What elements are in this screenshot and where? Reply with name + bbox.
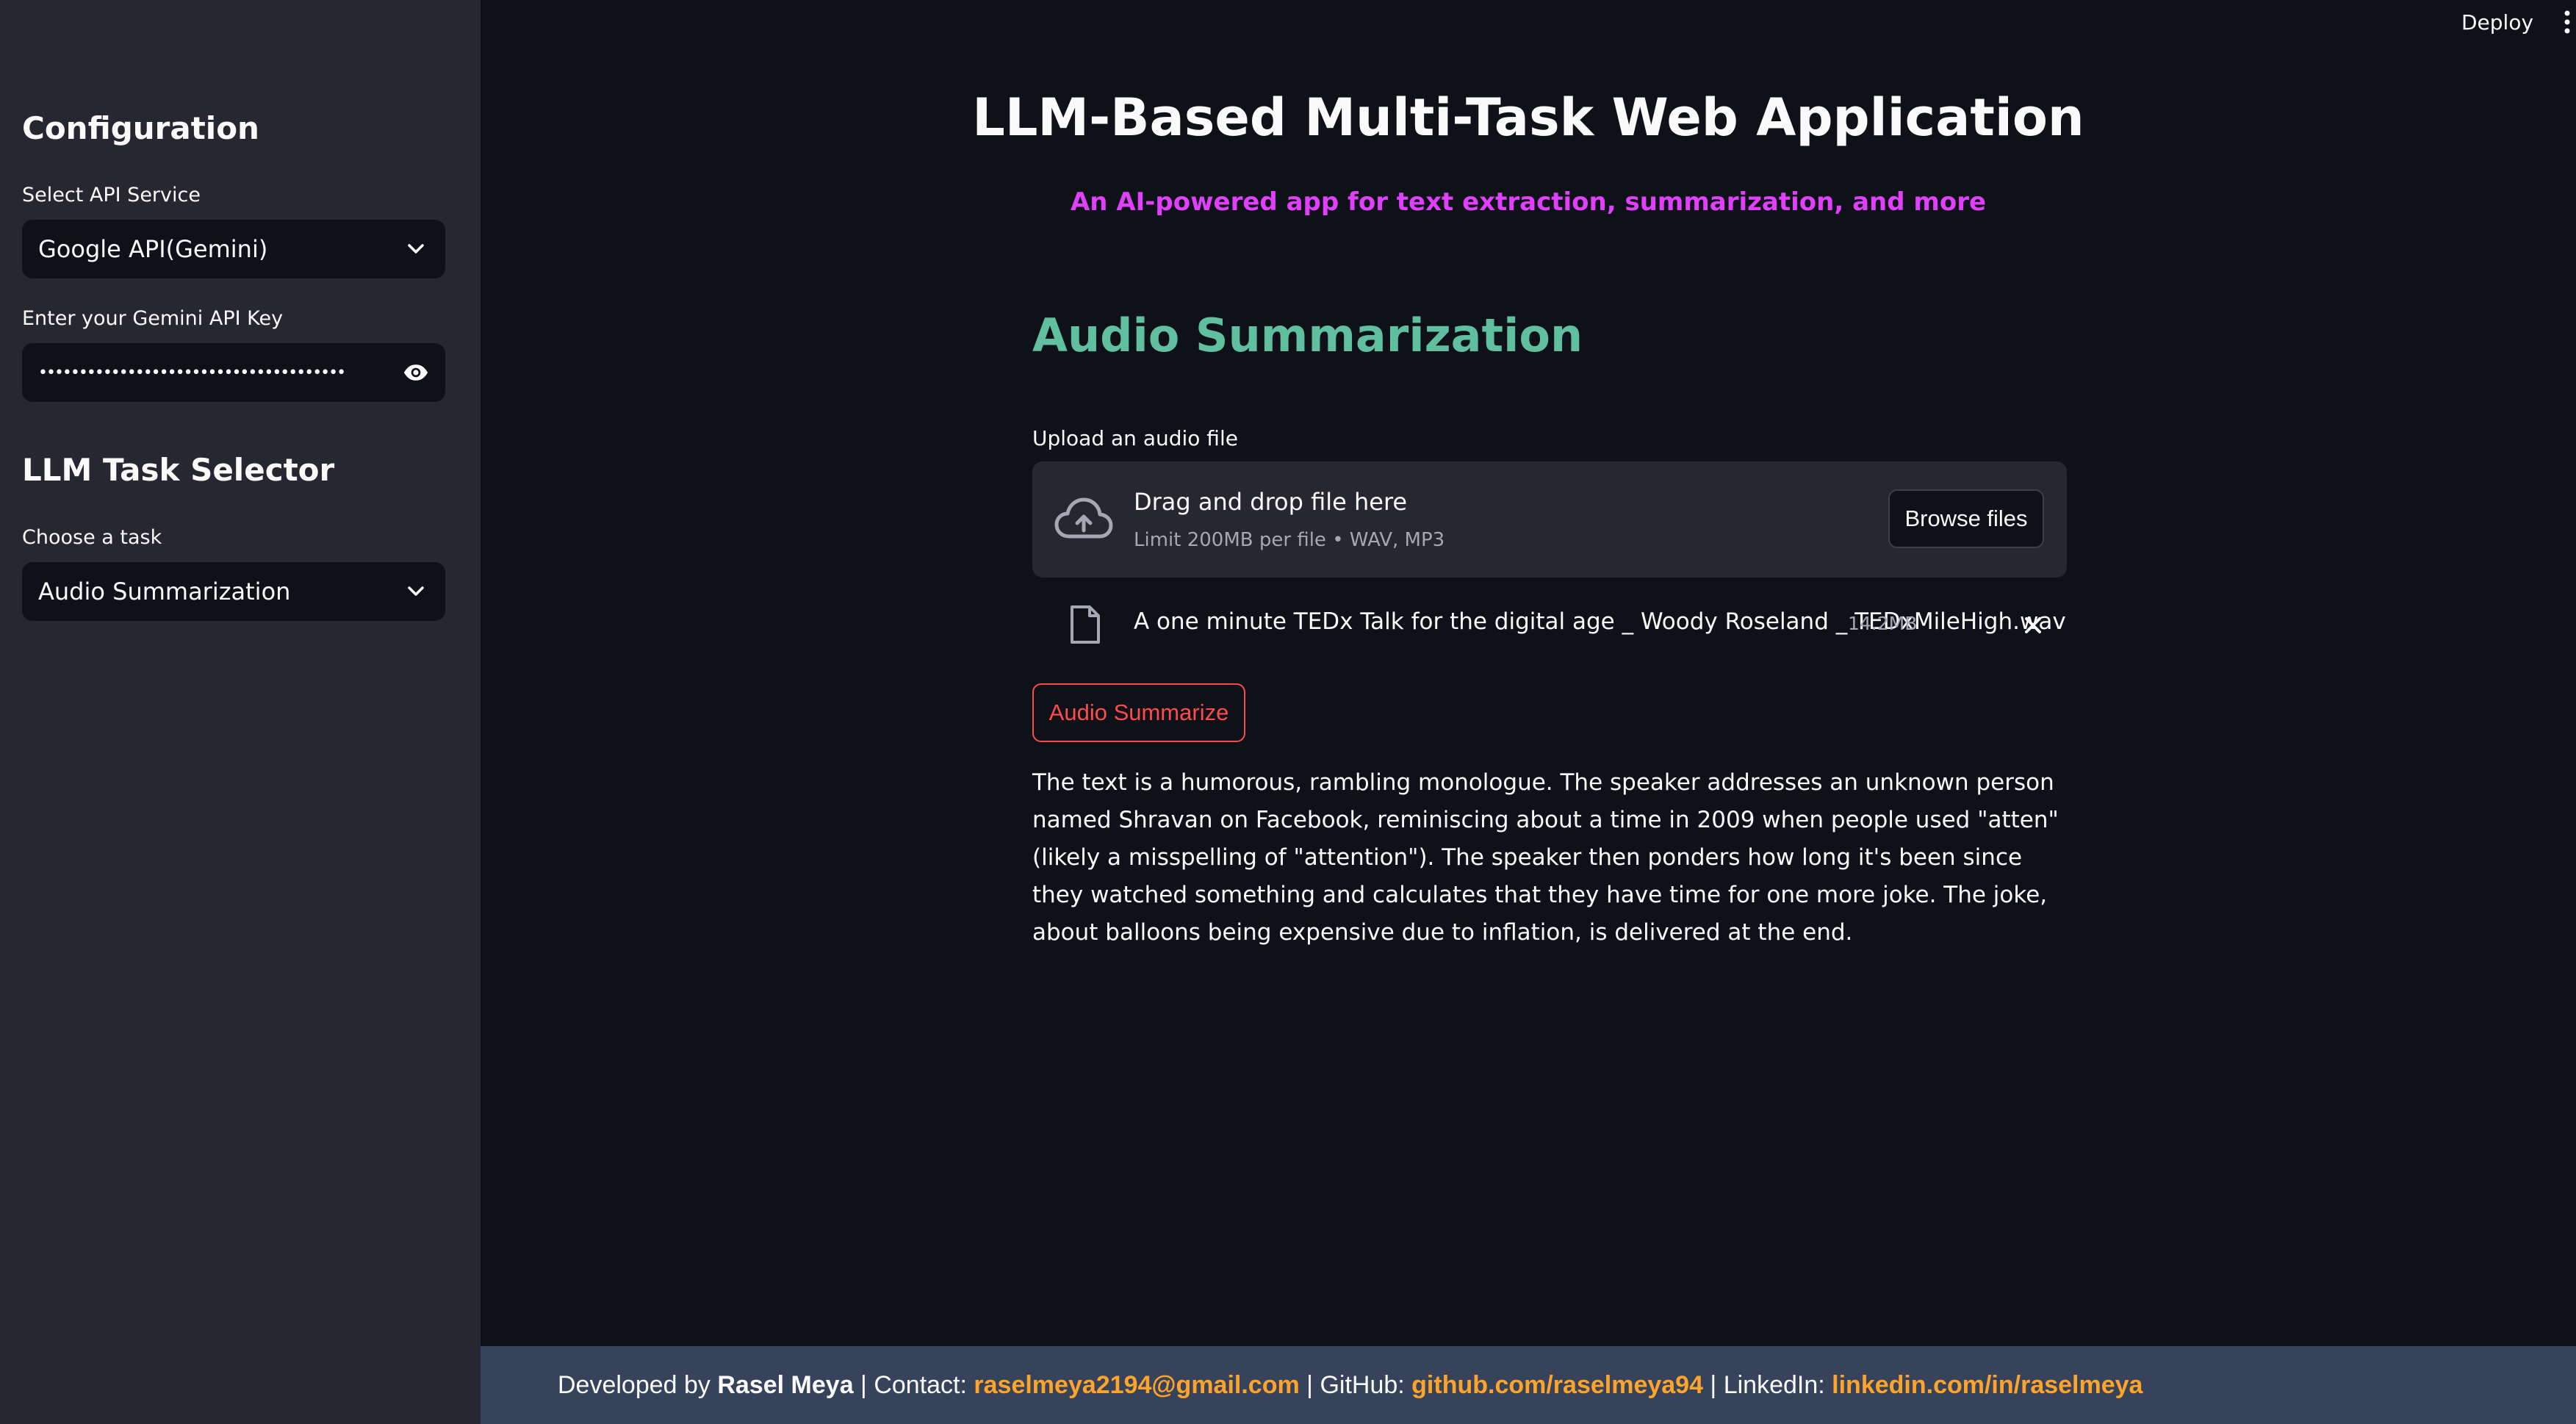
close-icon[interactable] [2019, 611, 2047, 639]
footer-email-link[interactable]: raselmeya2194@gmail.com [974, 1371, 1299, 1400]
task-select[interactable]: Audio Summarization [22, 562, 445, 621]
footer-linkedin-label: | LinkedIn: [1702, 1370, 1832, 1399]
dropzone-limits: Limit 200MB per file • WAV, MP3 [1134, 529, 1445, 551]
upload-label: Upload an audio file [1032, 426, 1238, 450]
audio-summarize-button[interactable]: Audio Summarize [1032, 683, 1245, 742]
section-title: Audio Summarization [1032, 309, 1583, 362]
api-service-value: Google API(Gemini) [38, 235, 268, 263]
footer-contact-label: | Contact: [853, 1370, 974, 1399]
task-label: Choose a task [22, 526, 162, 549]
summary-result-text: The text is a humorous, rambling monolog… [1032, 769, 2059, 946]
footer: Developed by Rasel Meya | Contact: rasel… [481, 1346, 2576, 1424]
eye-icon[interactable] [403, 359, 429, 386]
api-service-label: Select API Service [22, 184, 201, 206]
file-dropzone[interactable]: Drag and drop file here Limit 200MB per … [1032, 461, 2067, 578]
api-service-select[interactable]: Google API(Gemini) [22, 220, 445, 278]
cloud-upload-icon [1054, 495, 1113, 544]
dropzone-instructions: Drag and drop file here [1134, 488, 1408, 516]
footer-github-label: | GitHub: [1299, 1370, 1412, 1399]
chevron-down-icon [403, 578, 429, 605]
task-value: Audio Summarization [38, 578, 291, 605]
task-heading: LLM Task Selector [22, 452, 335, 488]
uploaded-file-size: 14.2MB [1848, 613, 1918, 634]
footer-developed-by: Developed by [558, 1370, 718, 1399]
deploy-button[interactable]: Deploy [2461, 10, 2533, 35]
config-heading: Configuration [22, 110, 259, 146]
page-subtitle: An AI-powered app for text extraction, s… [1070, 187, 1987, 217]
kebab-menu-icon[interactable] [2563, 9, 2572, 35]
uploaded-file-item: A one minute TEDx Talk for the digital a… [1032, 597, 2067, 655]
chevron-down-icon [403, 236, 429, 262]
page-title: LLM-Based Multi-Task Web Application [972, 87, 2084, 148]
footer-author: Rasel Meya [717, 1370, 854, 1399]
sidebar: Configuration Select API Service Google … [0, 0, 481, 1424]
uploaded-file-name: A one minute TEDx Talk for the digital a… [1134, 608, 2066, 635]
file-icon [1069, 604, 1101, 645]
footer-linkedin-link[interactable]: linkedin.com/in/raselmeya [1832, 1371, 2143, 1400]
api-key-masked-value: •••••••••••••••••••••••••••••••••••••• [38, 363, 345, 382]
footer-github-link[interactable]: github.com/raselmeya94 [1411, 1371, 1703, 1400]
browse-files-button[interactable]: Browse files [1888, 489, 2044, 548]
api-key-input[interactable]: •••••••••••••••••••••••••••••••••••••• [22, 343, 445, 402]
api-key-label: Enter your Gemini API Key [22, 307, 284, 330]
